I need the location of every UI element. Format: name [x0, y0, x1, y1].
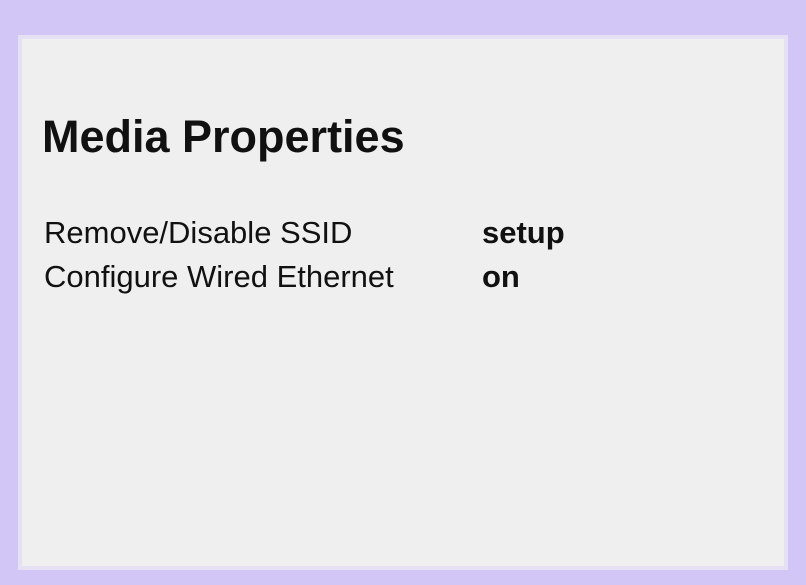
media-properties-panel: Media Properties Remove/Disable SSID set…	[18, 35, 788, 570]
property-label: Configure Wired Ethernet	[44, 259, 394, 294]
property-row-remove-disable-ssid: Remove/Disable SSID setup	[44, 211, 565, 255]
property-value: on	[482, 259, 520, 294]
property-label: Remove/Disable SSID	[44, 215, 353, 250]
property-value: setup	[482, 215, 565, 250]
property-row-configure-wired-ethernet: Configure Wired Ethernet on	[44, 255, 565, 299]
page-title: Media Properties	[42, 111, 405, 162]
properties-table: Remove/Disable SSID setup Configure Wire…	[44, 211, 565, 299]
